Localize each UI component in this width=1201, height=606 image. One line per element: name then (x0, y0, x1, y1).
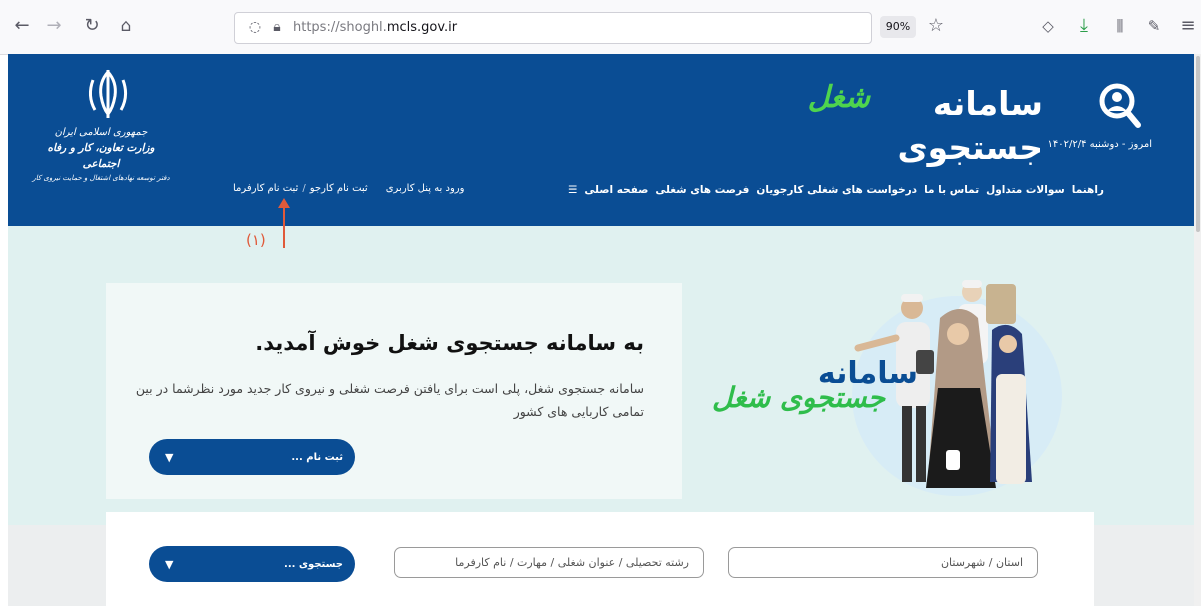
nav-contact[interactable]: تماس با ما (924, 180, 979, 200)
chevron-down-icon: ▼ (165, 557, 174, 571)
url-text[interactable]: https://shoghl.mcls.gov.ir (293, 20, 457, 35)
reload-icon[interactable]: ↻ (80, 15, 104, 37)
back-icon[interactable]: ← (10, 15, 34, 37)
ministry-line-ministry: وزارت تعاون، کار و رفاه اجتماعی (47, 142, 155, 170)
search-card: ▼ جستجوی ... (106, 512, 1094, 606)
jobseeker-register-link[interactable]: ثبت نام کارجو (310, 180, 368, 198)
login-links: ثبت نام کارفرما / ثبت نام کارجو ورود به … (233, 180, 493, 198)
shield-icon[interactable]: ◌ (243, 16, 267, 38)
app-menu-icon[interactable]: ≡ (1176, 15, 1200, 37)
ministry-name: جمهوری اسلامی ایران وزارت تعاون، کار و ر… (28, 126, 174, 184)
pocket-icon[interactable]: ◇ (1036, 15, 1060, 37)
annotation-arrow-icon (278, 198, 290, 248)
chevron-down-icon: ▼ (165, 450, 174, 464)
user-panel-login-link[interactable]: ورود به پنل کاربری (386, 180, 465, 198)
search-dropdown-button[interactable]: ▼ جستجوی ... (149, 546, 355, 582)
hero-text-accent: جستجوی شغل (712, 381, 886, 414)
home-icon[interactable]: ⌂ (114, 15, 138, 37)
nav-jobseeker-requests[interactable]: درخواست های شغلی کارجویان (756, 180, 917, 200)
ministry-line-office: دفتر توسعه نهادهای اشتغال و حمایت نیروی … (32, 174, 170, 182)
ministry-line-country: جمهوری اسلامی ایران (54, 127, 148, 138)
search-button-label: جستجوی ... (284, 558, 343, 570)
annotation-label: (۱) (246, 231, 266, 249)
keyword-search-input[interactable] (394, 547, 704, 578)
download-icon[interactable]: ⤓ (1072, 15, 1096, 37)
library-icon[interactable]: ⫼ (1108, 15, 1132, 37)
site-header: سامانه جستجوی شغل امروز - دوشنبه ۱۴۰۲/۲/… (8, 54, 1194, 226)
hero-logo-text: سامانه جستجوی شغل (712, 355, 928, 425)
forward-icon[interactable]: → (42, 15, 66, 37)
nav-home[interactable]: صفحه اصلی (584, 180, 648, 200)
province-city-input[interactable] (728, 547, 1038, 578)
lock-icon[interactable]: 🔒︎ (265, 16, 289, 38)
site-title[interactable]: سامانه جستجوی (843, 82, 1043, 170)
iran-emblem-icon (88, 69, 128, 118)
link-separator: / (302, 183, 306, 194)
extensions-icon[interactable]: ✎ (1142, 15, 1166, 37)
zoom-level-badge[interactable]: 90% (880, 16, 916, 38)
site-title-accent[interactable]: شغل (780, 76, 870, 120)
bookmark-star-icon[interactable]: ☆ (924, 15, 948, 37)
nav-guide[interactable]: راهنما (1072, 180, 1104, 200)
scrollbar-thumb[interactable] (1196, 56, 1200, 232)
browser-toolbar: ← → ↻ ⌂ ◌ 🔒︎ https://shoghl.mcls.gov.ir … (0, 0, 1201, 55)
register-dropdown-button[interactable]: ▼ ثبت نام ... (149, 439, 355, 475)
address-bar[interactable]: ◌ 🔒︎ https://shoghl.mcls.gov.ir (234, 12, 872, 44)
nav-job-opportunities[interactable]: فرصت های شغلی (655, 180, 749, 200)
today-date: امروز - دوشنبه ۱۴۰۲/۲/۴ (1047, 139, 1152, 150)
register-button-label: ثبت نام ... (291, 451, 343, 463)
nav-faq[interactable]: سوالات متداول (986, 180, 1065, 200)
welcome-title: به سامانه جستجوی شغل خوش آمدید. (255, 331, 644, 355)
welcome-card: به سامانه جستجوی شغل خوش آمدید. سامانه ج… (106, 283, 682, 499)
menu-icon[interactable]: ☰ (568, 180, 577, 200)
main-nav: ☰ صفحه اصلی فرصت های شغلی درخواست های شغ… (568, 178, 1156, 202)
search-magnifier-logo-icon (1099, 83, 1141, 128)
welcome-description: سامانه جستجوی شغل، پلی است برای یافتن فر… (135, 381, 644, 419)
